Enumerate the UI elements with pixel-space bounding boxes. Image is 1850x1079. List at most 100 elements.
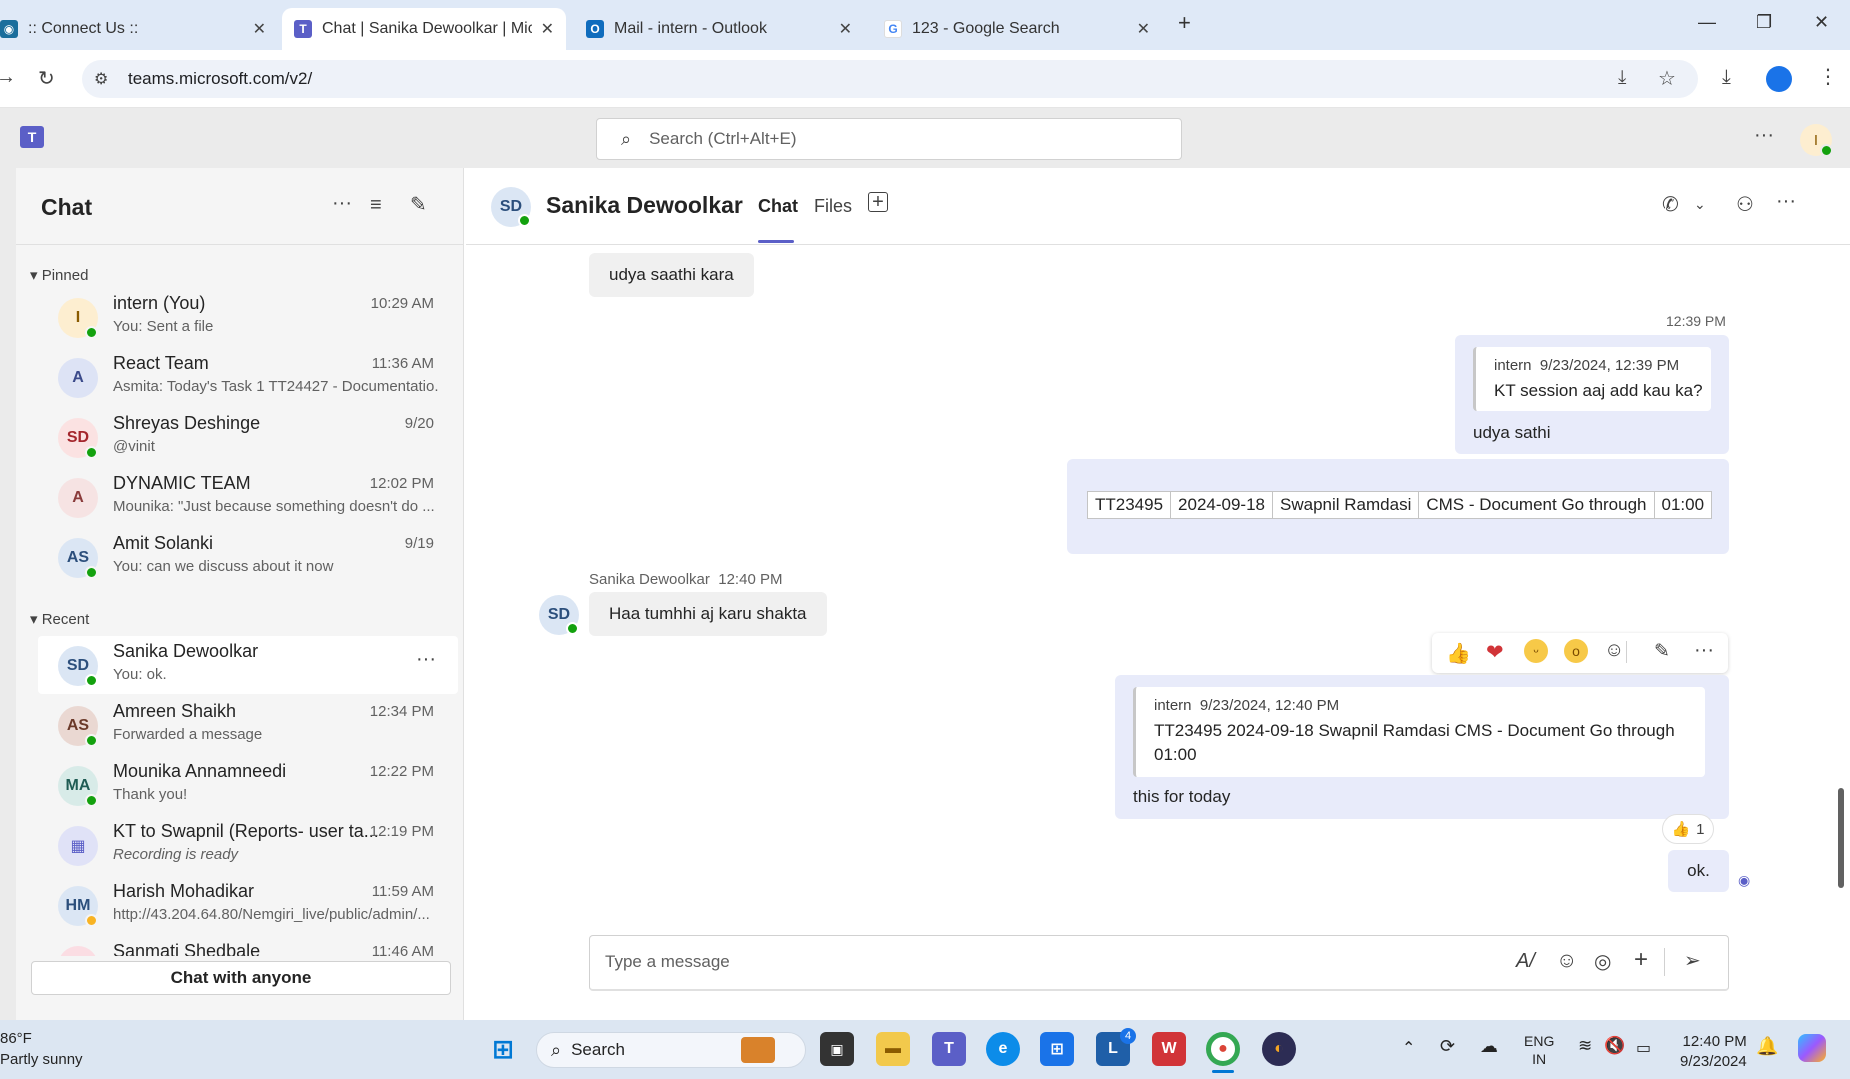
pinned-section-header[interactable]: ▾ Pinned xyxy=(30,266,88,284)
chat-list-item[interactable]: AS Amit Solanki You: can we discuss abou… xyxy=(38,528,458,586)
more-options-icon[interactable]: ··· xyxy=(1754,124,1774,147)
tab-connect-us[interactable]: ◉ :: Connect Us :: ✕ xyxy=(0,8,278,50)
close-tab-icon[interactable]: ✕ xyxy=(1137,19,1150,39)
task-view-icon[interactable]: ▣ xyxy=(820,1032,854,1066)
message-bubble-outgoing[interactable]: intern 9/23/2024, 12:39 PM KT session aa… xyxy=(1455,335,1729,454)
chat-with-anyone-button[interactable]: Chat with anyone xyxy=(31,961,451,995)
reaction-count: 1 xyxy=(1696,820,1705,838)
add-tab-icon[interactable]: + xyxy=(868,192,888,212)
contact-name[interactable]: Sanika Dewoolkar xyxy=(546,192,743,219)
more-options-icon[interactable]: ··· xyxy=(1694,639,1714,662)
chat-list-item-selected[interactable]: SD Sanika Dewoolkar You: ok. ··· xyxy=(38,636,458,694)
laugh-reaction-icon[interactable]: ᵕ xyxy=(1524,639,1548,663)
install-app-icon[interactable]: ⤓ xyxy=(1618,67,1626,89)
wps-office-icon[interactable]: W xyxy=(1152,1032,1186,1066)
surprised-reaction-icon[interactable]: o xyxy=(1564,639,1588,663)
message-bubble-incoming[interactable]: Haa tumhhi aj karu shakta xyxy=(589,592,827,636)
message-bubble-outgoing[interactable]: TT23495 2024-09-18 Swapnil Ramdasi CMS -… xyxy=(1067,459,1729,554)
loop-component-icon[interactable]: ◎ xyxy=(1594,949,1611,974)
volume-muted-icon[interactable]: 🔇 xyxy=(1604,1036,1625,1056)
tab-files[interactable]: Files xyxy=(814,196,852,217)
browser-menu-icon[interactable]: ⋮ xyxy=(1818,64,1838,89)
scrollbar-thumb[interactable] xyxy=(1838,788,1844,888)
new-tab-plus-icon[interactable]: + xyxy=(1178,10,1191,36)
message-bubble-outgoing[interactable]: intern 9/23/2024, 12:40 PM TT23495 2024-… xyxy=(1115,675,1729,819)
chat-list-item[interactable]: A DYNAMIC TEAM Mounika: "Just because so… xyxy=(38,468,458,526)
heart-reaction-icon[interactable]: ❤ xyxy=(1486,640,1504,665)
microsoft-store-icon[interactable]: ⊞ xyxy=(1040,1032,1074,1066)
clock-time: 12:40 PM xyxy=(1682,1033,1747,1050)
taskbar-search[interactable]: ⌕ Search xyxy=(536,1032,806,1068)
chat-list-item[interactable]: I intern (You) You: Sent a file 10:29 AM xyxy=(38,288,458,346)
add-people-icon[interactable]: ⚇ xyxy=(1736,192,1754,217)
more-options-icon[interactable]: ··· xyxy=(1776,190,1796,213)
wifi-icon[interactable]: ≋ xyxy=(1578,1036,1592,1056)
format-icon[interactable]: A/ xyxy=(1516,950,1535,973)
bookmark-star-icon[interactable]: ☆ xyxy=(1658,66,1676,91)
back-arrow-icon[interactable]: → xyxy=(0,66,16,89)
add-reaction-icon[interactable]: ☺ xyxy=(1604,639,1624,662)
tab-teams-chat[interactable]: T Chat | Sanika Dewoolkar | Micro ✕ xyxy=(282,8,566,50)
tab-google-search[interactable]: G 123 - Google Search ✕ xyxy=(872,8,1162,50)
profile-avatar-icon[interactable] xyxy=(1766,66,1792,92)
edge-browser-icon[interactable]: e xyxy=(986,1032,1020,1066)
close-tab-icon[interactable]: ✕ xyxy=(541,19,554,39)
sync-icon[interactable]: ⟳ xyxy=(1440,1036,1455,1057)
chrome-browser-icon[interactable]: ● xyxy=(1206,1032,1240,1066)
reaction-badge[interactable]: 👍 1 xyxy=(1662,814,1714,844)
message-bubble-outgoing[interactable]: ok. xyxy=(1668,850,1729,892)
quoted-message[interactable]: intern 9/23/2024, 12:40 PM TT23495 2024-… xyxy=(1133,687,1705,777)
chevron-down-icon[interactable]: ⌄ xyxy=(1694,196,1706,213)
tab-outlook-mail[interactable]: O Mail - intern - Outlook ✕ xyxy=(574,8,864,50)
minimize-icon[interactable]: — xyxy=(1698,12,1716,33)
weather-temp[interactable]: 86°F xyxy=(0,1030,32,1047)
address-bar[interactable]: ⚙ teams.microsoft.com/v2/ ⤓ ☆ xyxy=(82,60,1698,98)
notification-bell-icon[interactable]: 🔔 xyxy=(1756,1036,1778,1057)
chat-list-item[interactable]: ▦ KT to Swapnil (Reports- user ta... Rec… xyxy=(38,816,458,874)
recent-section-header[interactable]: ▾ Recent xyxy=(30,610,89,628)
message-input[interactable]: Type a message xyxy=(605,952,730,972)
emoji-icon[interactable]: ☺ xyxy=(1556,949,1577,973)
message-bubble-incoming[interactable]: udya saathi kara xyxy=(589,253,754,297)
file-explorer-icon[interactable]: ▬ xyxy=(876,1032,910,1066)
quoted-message[interactable]: intern 9/23/2024, 12:39 PM KT session aa… xyxy=(1473,347,1711,411)
reload-icon[interactable]: ↻ xyxy=(38,66,55,91)
message-composer[interactable]: Type a message A/ ☺ ◎ + ➢ xyxy=(589,935,1729,991)
presence-available-icon xyxy=(85,674,98,687)
chat-list-item[interactable]: A React Team Asmita: Today's Task 1 TT24… xyxy=(38,348,458,406)
filter-icon[interactable]: ≡ xyxy=(370,194,382,217)
copilot-icon[interactable] xyxy=(1798,1034,1826,1062)
battery-icon[interactable]: ▭ xyxy=(1636,1038,1651,1058)
teams-logo-icon[interactable]: T xyxy=(20,126,44,148)
search-input[interactable]: ⌕ Search (Ctrl+Alt+E) xyxy=(596,118,1182,160)
restore-icon[interactable]: ❐ xyxy=(1756,12,1772,33)
eclipse-ide-icon[interactable]: ◐ xyxy=(1262,1032,1296,1066)
cloud-offline-icon[interactable]: ☁ xyxy=(1480,1036,1498,1057)
more-options-icon[interactable]: ··· xyxy=(416,648,436,671)
tab-label: :: Connect Us :: xyxy=(28,20,139,37)
edit-icon[interactable]: ✎ xyxy=(1654,640,1670,663)
call-icon[interactable]: ✆ xyxy=(1662,192,1679,217)
tab-chat[interactable]: Chat xyxy=(758,196,798,217)
windows-start-icon[interactable]: ⊞ xyxy=(486,1032,520,1066)
new-chat-icon[interactable]: ✎ xyxy=(410,192,427,217)
chat-list-item[interactable]: AS Amreen Shaikh Forwarded a message 12:… xyxy=(38,696,458,754)
chat-list-item[interactable]: SD Shreyas Deshinge @vinit 9/20 xyxy=(38,408,458,466)
close-window-icon[interactable]: ✕ xyxy=(1814,12,1829,33)
weather-desc[interactable]: Partly sunny xyxy=(0,1051,83,1068)
language-indicator[interactable]: ENG IN xyxy=(1524,1032,1554,1068)
chat-list-item[interactable]: Sanmati Shedbale 11:46 AM xyxy=(38,936,458,956)
close-tab-icon[interactable]: ✕ xyxy=(253,19,266,39)
like-reaction-icon[interactable]: 👍 xyxy=(1446,641,1471,666)
system-clock[interactable]: 12:40 PM 9/23/2024 xyxy=(1680,1032,1747,1072)
close-tab-icon[interactable]: ✕ xyxy=(839,19,852,39)
chat-list-item[interactable]: MA Mounika Annamneedi Thank you! 12:22 P… xyxy=(38,756,458,814)
teams-app-icon[interactable]: T xyxy=(932,1032,966,1066)
more-options-icon[interactable]: ··· xyxy=(332,192,352,215)
attach-plus-icon[interactable]: + xyxy=(1634,946,1648,974)
chat-list-item[interactable]: HM Harish Mohadikar http://43.204.64.80/… xyxy=(38,876,458,934)
send-icon[interactable]: ➢ xyxy=(1684,948,1701,973)
chevron-up-icon[interactable]: ⌃ xyxy=(1402,1038,1415,1058)
site-info-icon[interactable]: ⚙ xyxy=(94,69,108,89)
downloads-icon[interactable]: ⤓ xyxy=(1722,66,1731,89)
